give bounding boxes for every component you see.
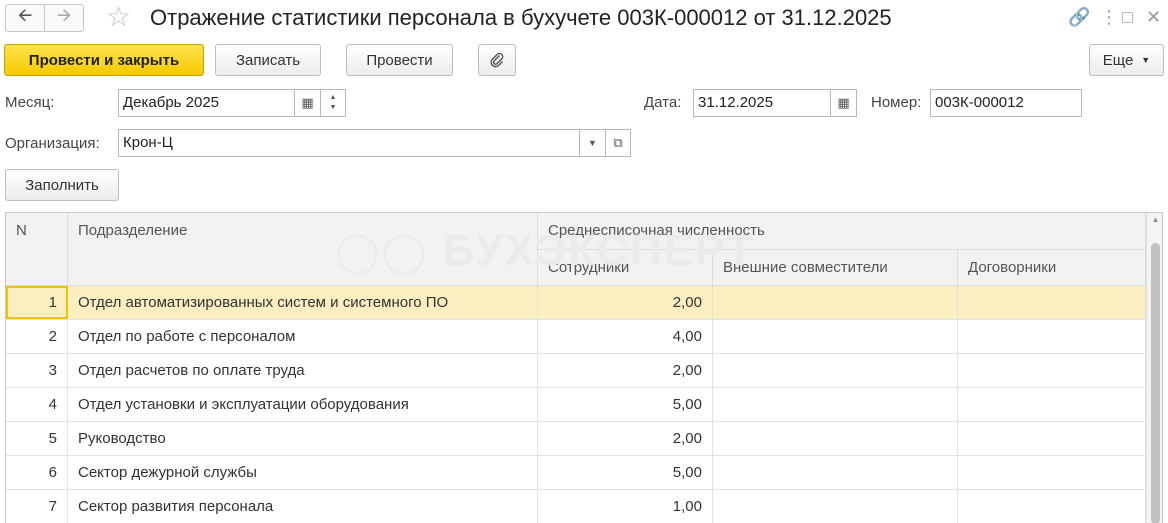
close-icon[interactable]: ✕ [1146, 6, 1161, 28]
table-row[interactable]: 5 Руководство 2,00 [6, 422, 1146, 456]
row-department: Отдел по работе с персоналом [68, 320, 538, 353]
open-icon[interactable]: ⧉ [605, 130, 630, 156]
row-employees: 4,00 [538, 320, 713, 353]
maximize-icon[interactable]: □ [1122, 6, 1133, 28]
row-external [713, 422, 958, 455]
dropdown-arrow-icon[interactable]: ▼ [579, 130, 605, 156]
row-department: Отдел автоматизированных систем и систем… [68, 286, 538, 319]
row-department: Отдел установки и эксплуатации оборудова… [68, 388, 538, 421]
organization-label: Организация: [5, 135, 100, 152]
row-department: Руководство [68, 422, 538, 455]
number-label: Номер: [871, 94, 922, 111]
page-title: Отражение статистики персонала в бухучет… [150, 5, 892, 30]
organization-value: Крон-Ц [123, 134, 173, 151]
row-external [713, 490, 958, 523]
table-row[interactable]: 3 Отдел расчетов по оплате труда 2,00 [6, 354, 1146, 388]
forward-button[interactable]: 🡪 [44, 4, 84, 32]
stepper-down-icon[interactable]: ▼ [330, 103, 337, 113]
column-header-n[interactable]: N [6, 213, 68, 286]
more-button[interactable]: Еще ▼ [1089, 44, 1164, 76]
date-value: 31.12.2025 [698, 94, 774, 111]
watermark-logo-icon: ◯◯ [335, 230, 429, 274]
row-contractors [958, 354, 1146, 387]
month-value: Декабрь 2025 [123, 94, 220, 111]
scroll-up-icon[interactable]: ▲ [1147, 215, 1162, 224]
watermark: ◯◯ БУХЭКСПЕРТ [335, 226, 755, 276]
row-number: 7 [6, 490, 68, 523]
month-stepper[interactable]: ▲ ▼ [320, 90, 345, 116]
row-employees: 2,00 [538, 286, 713, 319]
row-number: 6 [6, 456, 68, 489]
date-field[interactable]: 31.12.2025 ▦ [693, 89, 857, 117]
row-department: Отдел расчетов по оплате труда [68, 354, 538, 387]
date-label: Дата: [644, 94, 682, 111]
row-number: 1 [6, 286, 68, 319]
save-button[interactable]: Записать [215, 44, 321, 76]
row-contractors [958, 320, 1146, 353]
forward-arrow-icon: 🡪 [56, 5, 72, 25]
row-contractors [958, 490, 1146, 523]
month-label: Месяц: [5, 94, 55, 111]
row-number: 3 [6, 354, 68, 387]
number-field[interactable]: 003К-000012 [930, 89, 1082, 117]
stepper-up-icon[interactable]: ▲ [330, 93, 337, 103]
column-header-contractors[interactable]: Договорники [958, 250, 1146, 286]
fill-button[interactable]: Заполнить [5, 169, 119, 201]
calendar-icon[interactable]: ▦ [830, 90, 856, 116]
row-department: Сектор дежурной службы [68, 456, 538, 489]
row-employees: 1,00 [538, 490, 713, 523]
table-row[interactable]: 4 Отдел установки и эксплуатации оборудо… [6, 388, 1146, 422]
caret-down-icon: ▼ [1141, 55, 1151, 65]
attach-button[interactable] [478, 44, 516, 76]
table-scrollbar[interactable]: ▲ [1146, 213, 1162, 523]
more-vertical-icon[interactable]: ⋮ [1100, 6, 1118, 28]
more-button-label: Еще [1102, 51, 1134, 69]
back-button[interactable]: 🡨 [5, 4, 45, 32]
row-contractors [958, 388, 1146, 421]
row-employees: 2,00 [538, 422, 713, 455]
row-department: Сектор развития персонала [68, 490, 538, 523]
table-row[interactable]: 6 Сектор дежурной службы 5,00 [6, 456, 1146, 490]
row-contractors [958, 456, 1146, 489]
row-external [713, 286, 958, 319]
row-number: 2 [6, 320, 68, 353]
table-row[interactable]: 2 Отдел по работе с персоналом 4,00 [6, 320, 1146, 354]
post-and-close-button[interactable]: Провести и закрыть [4, 44, 204, 76]
row-contractors [958, 422, 1146, 455]
scrollbar-thumb[interactable] [1151, 243, 1160, 523]
back-arrow-icon: 🡨 [17, 5, 33, 25]
row-external [713, 456, 958, 489]
post-button[interactable]: Провести [346, 44, 453, 76]
watermark-text: БУХЭКСПЕРТ [442, 226, 755, 275]
calendar-icon[interactable]: ▦ [294, 90, 320, 116]
table-row[interactable]: 7 Сектор развития персонала 1,00 [6, 490, 1146, 523]
favorite-star-icon[interactable]: ☆ [106, 2, 131, 32]
link-icon[interactable]: 🔗 [1068, 6, 1090, 28]
row-external [713, 320, 958, 353]
month-field[interactable]: Декабрь 2025 ▦ ▲ ▼ [118, 89, 346, 117]
row-number: 4 [6, 388, 68, 421]
row-number: 5 [6, 422, 68, 455]
row-contractors [958, 286, 1146, 319]
row-external [713, 388, 958, 421]
organization-field[interactable]: Крон-Ц ▼ ⧉ [118, 129, 631, 157]
table-row[interactable]: 1 Отдел автоматизированных систем и сист… [6, 286, 1146, 320]
row-employees: 5,00 [538, 456, 713, 489]
row-external [713, 354, 958, 387]
row-employees: 5,00 [538, 388, 713, 421]
row-employees: 2,00 [538, 354, 713, 387]
paperclip-icon [490, 52, 504, 68]
